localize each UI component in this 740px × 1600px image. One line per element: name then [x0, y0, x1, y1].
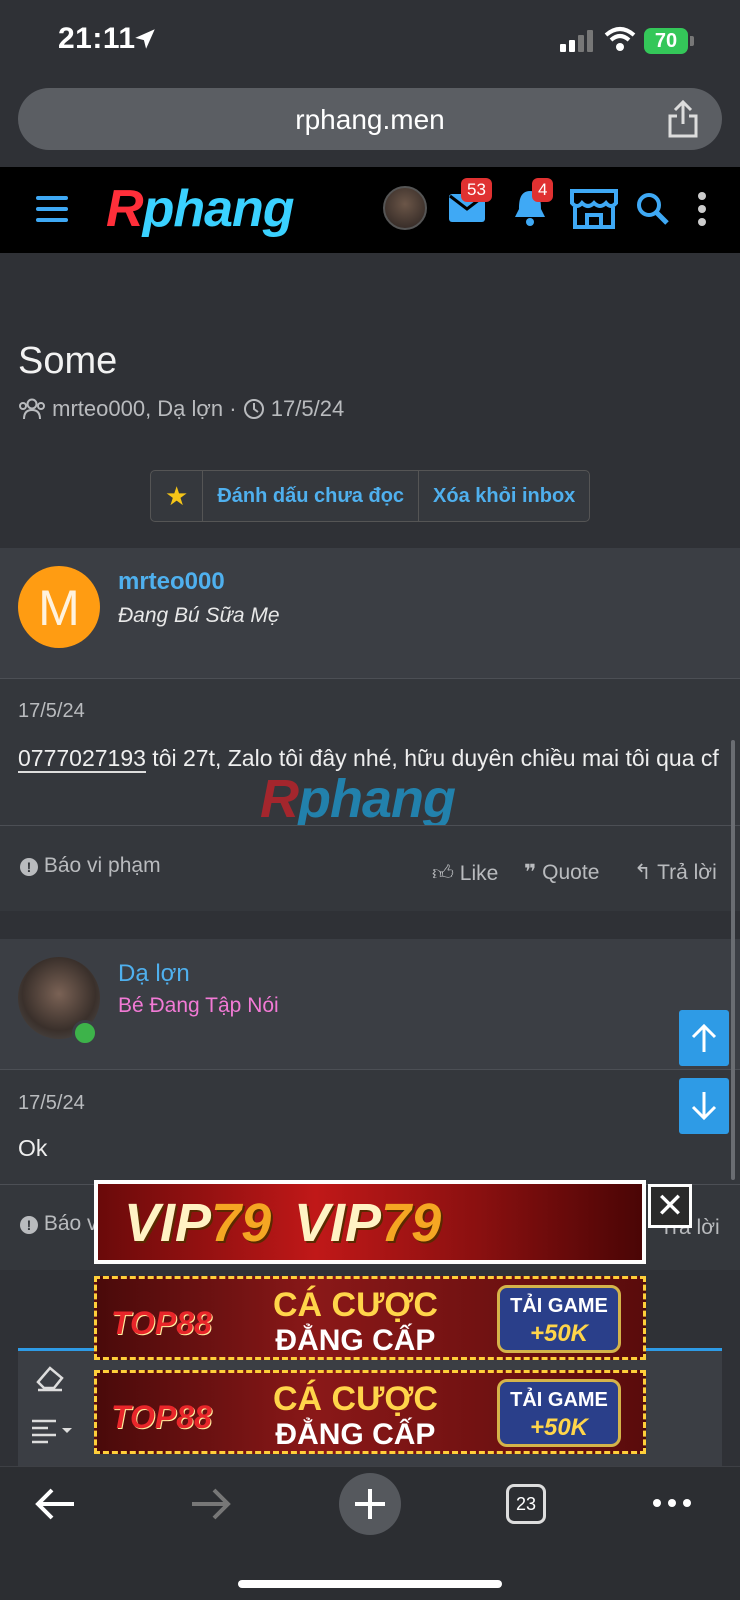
message-body: [0, 1070, 740, 1184]
message-username[interactable]: Dạ lợn: [118, 960, 190, 988]
ad-headline: CÁ CƯỢC ĐẲNG CẤP: [273, 1380, 438, 1451]
user-title: Bé Đang Tập Nói: [118, 994, 279, 1017]
clock-icon: [243, 399, 264, 419]
user-title: Đang Bú Sữa Mẹ: [118, 604, 280, 627]
like-button[interactable]: 👍︎ Like: [432, 860, 498, 886]
scroll-to-top-button[interactable]: [679, 1010, 729, 1066]
url-text[interactable]: rphang.men: [18, 104, 722, 136]
message-date: 17/5/24: [18, 1092, 85, 1114]
report-button[interactable]: ! Báo v: [20, 1212, 98, 1236]
battery-indicator: 70: [644, 28, 688, 54]
watermark-logo: Rphang: [260, 769, 456, 829]
ad-banner-top88[interactable]: TOP88 CÁ CƯỢC ĐẲNG CẤP TẢI GAME +50K: [94, 1276, 646, 1360]
message-date: 17/5/24: [18, 700, 85, 722]
address-bar[interactable]: rphang.men: [18, 88, 722, 150]
reply-button[interactable]: ↰ Trả lời: [634, 860, 717, 885]
star-button[interactable]: ★: [151, 471, 204, 521]
more-vertical-icon[interactable]: [697, 192, 707, 226]
message-content: Ok: [18, 1135, 48, 1161]
leave-conversation-button[interactable]: Xóa khỏi inbox: [419, 471, 589, 521]
ad-banner-vip79[interactable]: VIP79 VIP79: [94, 1180, 646, 1264]
signal-icon: [560, 30, 593, 52]
reply-icon: ↰: [634, 861, 652, 884]
plus-icon: [355, 1489, 385, 1519]
participants[interactable]: mrteo000, Dạ lợn: [52, 396, 223, 421]
vip79-logo: VIP79: [124, 1193, 272, 1253]
phone-link[interactable]: 0777027193: [18, 745, 146, 773]
avatar[interactable]: M: [18, 566, 100, 648]
home-indicator: [238, 1580, 502, 1588]
eraser-icon[interactable]: [34, 1362, 66, 1392]
users-icon: [19, 398, 45, 420]
report-icon: !: [20, 858, 38, 876]
quote-button[interactable]: ❞ Quote: [524, 860, 599, 885]
alerts-badge: 4: [532, 178, 554, 202]
top88-logo: TOP88: [111, 1305, 212, 1341]
scroll-to-bottom-button[interactable]: [679, 1078, 729, 1134]
search-icon[interactable]: [636, 192, 670, 226]
align-left-icon[interactable]: [30, 1418, 72, 1444]
conversation-title: Some: [18, 340, 118, 382]
more-horizontal-icon[interactable]: [652, 1498, 692, 1508]
mark-unread-button[interactable]: Đánh dấu chưa đọc: [203, 471, 420, 521]
message-header: [0, 548, 740, 679]
site-logo[interactable]: Rphang: [106, 179, 295, 239]
account-avatar[interactable]: [383, 186, 427, 230]
message-header: [0, 939, 740, 1070]
clock: 21:11: [58, 22, 136, 55]
new-tab-button[interactable]: [339, 1473, 401, 1535]
report-button[interactable]: ! Báo vi phạm: [20, 854, 161, 878]
status-bar: 21:11 70: [0, 0, 740, 80]
conversation-meta: mrteo000, Dạ lợn · 17/5/24: [18, 396, 344, 422]
inbox-badge: 53: [461, 178, 492, 202]
ad-headline: CÁ CƯỢC ĐẲNG CẤP: [273, 1286, 438, 1357]
back-arrow-icon[interactable]: [34, 1486, 76, 1522]
thumbs-up-icon: 👍︎: [432, 862, 454, 885]
forward-arrow-icon[interactable]: [190, 1486, 232, 1522]
store-icon[interactable]: [569, 187, 619, 231]
share-icon[interactable]: [666, 100, 700, 138]
meta-separator: ·: [229, 396, 237, 421]
ad-download-button[interactable]: TẢI GAME +50K: [497, 1285, 621, 1353]
message-username[interactable]: mrteo000: [118, 568, 225, 596]
wifi-icon: [604, 27, 636, 51]
site-header: Rphang 53 4: [0, 167, 740, 253]
location-arrow-icon: [135, 29, 155, 49]
battery-cap: [690, 36, 694, 46]
report-icon: !: [20, 1216, 38, 1234]
ad-close-button[interactable]: ✕: [648, 1184, 692, 1228]
conversation-date: 17/5/24: [270, 396, 345, 421]
quote-icon: ❞: [524, 861, 537, 884]
ad-banner-top88[interactable]: TOP88 CÁ CƯỢC ĐẲNG CẤP TẢI GAME +50K: [94, 1370, 646, 1454]
tabs-button[interactable]: 23: [506, 1484, 546, 1524]
page-scrollbar[interactable]: [731, 740, 735, 1180]
star-icon: ★: [165, 481, 189, 511]
arrow-down-icon: [691, 1092, 717, 1121]
online-status-icon: [72, 1020, 98, 1046]
vip79-logo: VIP79: [294, 1193, 442, 1253]
arrow-up-icon: [691, 1023, 717, 1052]
ad-download-button[interactable]: TẢI GAME +50K: [497, 1379, 621, 1447]
top88-logo: TOP88: [111, 1399, 212, 1435]
hamburger-menu-icon[interactable]: [36, 196, 68, 222]
conversation-actions: ★ Đánh dấu chưa đọc Xóa khỏi inbox: [150, 470, 591, 522]
